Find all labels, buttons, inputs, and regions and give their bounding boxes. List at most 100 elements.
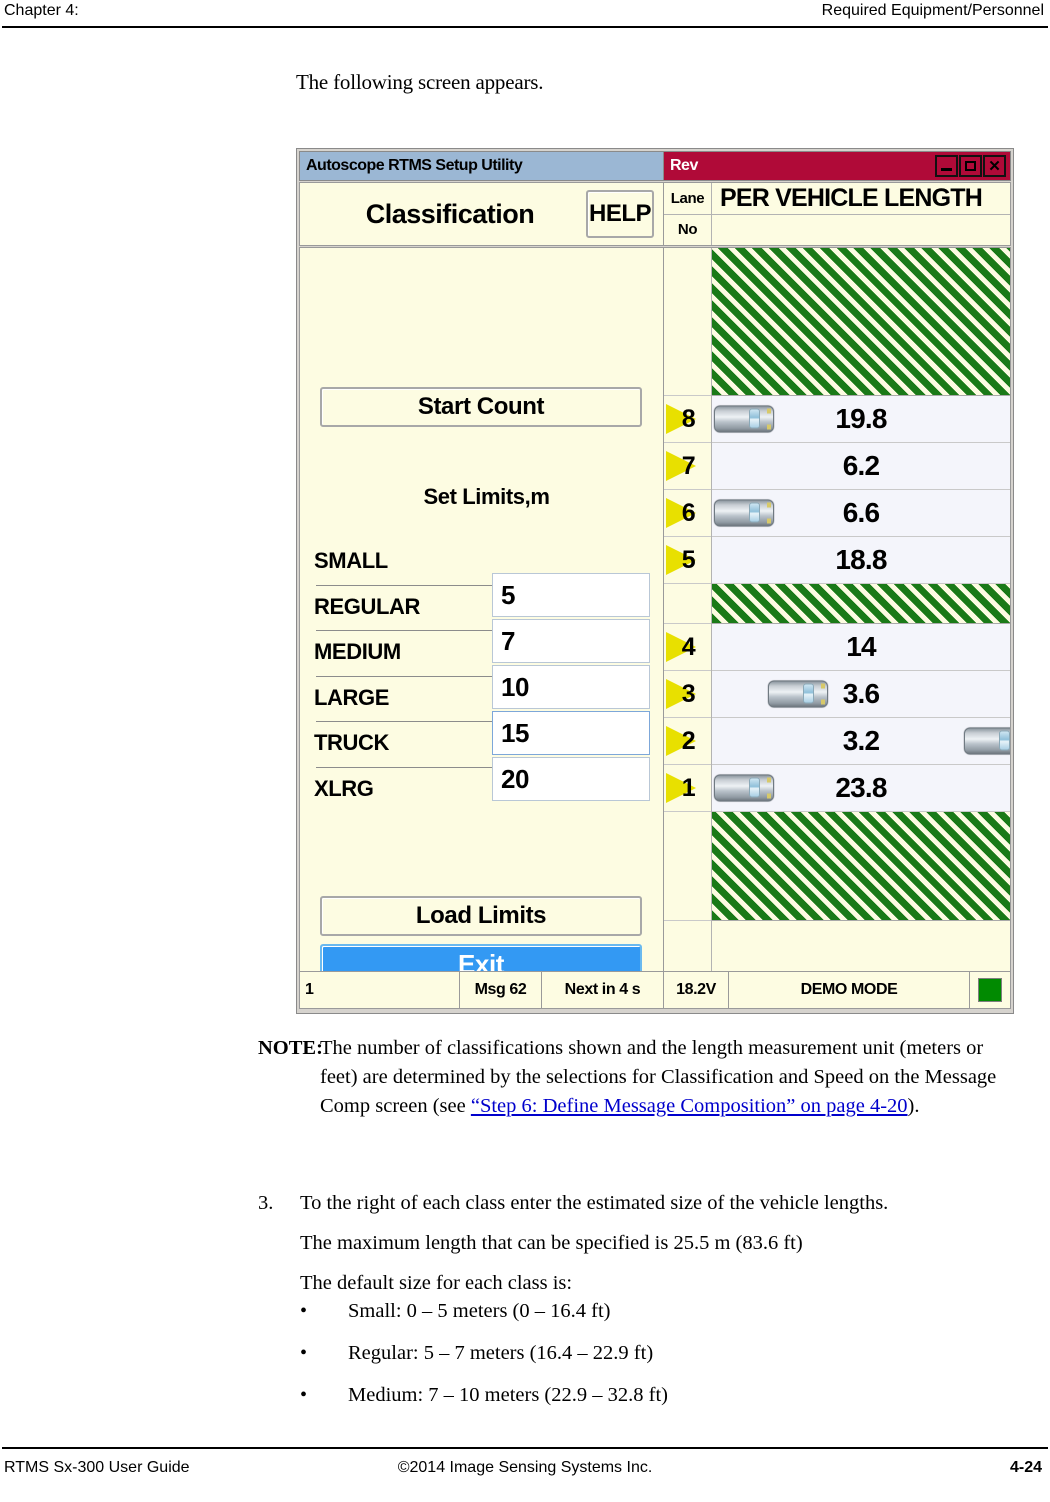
limit-input-regular[interactable]: 7 [492,619,650,663]
vehicle-length-value: 19.8 [835,403,887,434]
bullet-icon: • [300,1342,308,1364]
lane-number-cell: 6 [664,490,711,537]
status-lane-no: 1 [300,972,460,1008]
header-rule [2,26,1048,28]
limit-input-truck[interactable]: 20 [492,757,650,801]
step-text: To the right of each class enter the est… [300,1192,889,1214]
classification-title: Classification [365,198,535,229]
running-head-chapter: Chapter 4: [4,2,79,19]
vehicle-icon [964,727,1010,755]
intro-paragraph: The following screen appears. [296,70,544,94]
status-message: Msg 62 [460,972,542,1008]
vehicle-length-cell: 18.8 [712,537,1010,584]
limit-input-small[interactable]: 5 [492,573,650,617]
lane-number-column: 8 7 6 5 4 3 2 1 [664,248,712,972]
status-demo-mode: DEMO MODE [729,972,970,1008]
lane-column-header-line1: Lane [664,183,712,214]
vehicle-icon [768,680,828,708]
lane-number-cell: 4 [664,624,711,671]
limit-input-list: 5 7 10 15 20 [492,573,650,803]
default-size-bullet-list: • Small: 0 – 5 meters (0 – 16.4 ft) • Re… [300,1290,1020,1416]
classification-header: Classification HELP [299,182,664,246]
rev-label: Rev [670,157,698,174]
vehicle-length-value: 6.2 [842,450,880,481]
classification-panel: Start Count Set Limits,m SMALL REGULAR M… [299,247,664,984]
vehicle-length-cell: 19.8 [712,396,1010,443]
lane-number: 8 [681,404,696,433]
list-item: • Medium: 7 – 10 meters (22.9 – 32.8 ft) [300,1374,1020,1416]
lane-number-cell: 7 [664,443,711,490]
lane-number: 6 [681,498,696,527]
status-voltage: 18.2V [664,972,729,1008]
status-bar: 1 Msg 62 Next in 4 s 18.2V DEMO MODE [299,971,1011,1009]
start-count-button[interactable]: Start Count [320,387,642,427]
list-item: • Small: 0 – 5 meters (0 – 16.4 ft) [300,1290,1020,1332]
note-cross-reference-link[interactable]: “Step 6: Define Message Composition” on … [471,1095,908,1117]
vehicle-length-cell: 3.2 [712,718,1010,765]
limit-input-medium[interactable]: 10 [492,665,650,709]
vehicle-length-value: 3.6 [842,678,880,709]
vehicle-length-column: 19.8 6.2 6.6 18.8 14 3.6 3.2 23.8 [712,248,1010,972]
app-title: Autoscope RTMS Setup Utility [299,151,664,181]
close-icon[interactable]: ✕ [983,155,1006,177]
lane-number-cell: 5 [664,537,711,584]
window-title-bar: Autoscope RTMS Setup Utility Rev ✕ [299,151,1011,181]
note-block: NOTE: The number of classifications show… [258,1034,1018,1121]
page-footer: RTMS Sx-300 User Guide ©2014 Image Sensi… [0,1456,1050,1486]
lane-number-cell: 2 [664,718,711,765]
lane-number-cell: 1 [664,765,711,812]
note-label: NOTE: [258,1037,323,1059]
help-button[interactable]: HELP [586,190,654,238]
vehicle-length-value: 3.2 [842,725,880,756]
lane-number: 1 [681,773,696,802]
vehicle-length-value: 6.6 [842,497,880,528]
lane-number-cell-blank [664,812,711,921]
maximize-icon[interactable] [959,155,982,177]
step-line-2: The maximum length that can be specified… [300,1232,803,1254]
class-label-small: SMALL [314,548,388,573]
footer-copyright: ©2014 Image Sensing Systems Inc. [397,1459,653,1476]
lane-number-cell-blank [664,248,711,396]
vehicle-length-cell: 6.6 [712,490,1010,537]
bullet-text-small: Small: 0 – 5 meters (0 – 16.4 ft) [348,1300,611,1322]
lane-row-hatched [712,584,1010,624]
status-next-update: Next in 4 s [542,972,664,1008]
vehicle-icon [714,499,774,527]
rev-title-bar: Rev ✕ [664,151,1011,181]
vehicle-length-value: 23.8 [835,772,887,803]
bullet-text-medium: Medium: 7 – 10 meters (22.9 – 32.8 ft) [348,1384,668,1406]
lane-column-header-line2: No [664,214,712,245]
running-head-section: Required Equipment/Personnel [821,2,1044,19]
lane-length-header: Lane PER VEHICLE LENGTH No [664,182,1011,246]
footer-page-number: 4-24 [1009,1459,1042,1476]
vehicle-length-value: 18.8 [835,544,887,575]
bullet-text-regular: Regular: 5 – 7 meters (16.4 – 22.9 ft) [348,1342,654,1364]
bullet-icon: • [300,1300,308,1322]
vehicle-length-cell: 23.8 [712,765,1010,812]
vehicle-length-cell: 3.6 [712,671,1010,718]
per-vehicle-length-title: PER VEHICLE LENGTH [720,183,983,212]
set-limits-label: Set Limits,m [423,484,550,509]
footer-rule [2,1447,1048,1449]
vehicle-icon [714,774,774,802]
lane-number: 7 [681,451,696,480]
note-body: The number of classifications shown and … [320,1034,1018,1121]
lane-number: 2 [681,726,696,755]
list-item: • Regular: 5 – 7 meters (16.4 – 22.9 ft) [300,1332,1020,1374]
note-text-after: ). [907,1095,920,1117]
step-number: 3. [258,1192,274,1214]
limit-input-large[interactable]: 15 [492,711,650,755]
vehicle-length-value: 14 [846,631,876,662]
lane-length-table: 8 7 6 5 4 3 2 1 19.8 6.2 6.6 18.8 14 3.6 3.2 23.8 [664,247,1011,973]
lane-number-cell-blank [664,584,711,624]
load-limits-button[interactable]: Load Limits [320,896,642,936]
screen-body: Start Count Set Limits,m SMALL REGULAR M… [299,247,1011,984]
vehicle-length-cell: 14 [712,624,1010,671]
step-3-block: 3. To the right of each class enter the … [258,1183,1018,1303]
lane-number-cell: 8 [664,396,711,443]
lane-row-hatched [712,812,1010,921]
minimize-icon[interactable] [935,155,958,177]
window-controls: ✕ [935,155,1006,177]
bullet-icon: • [300,1384,308,1406]
status-led-indicator [970,972,1010,1008]
